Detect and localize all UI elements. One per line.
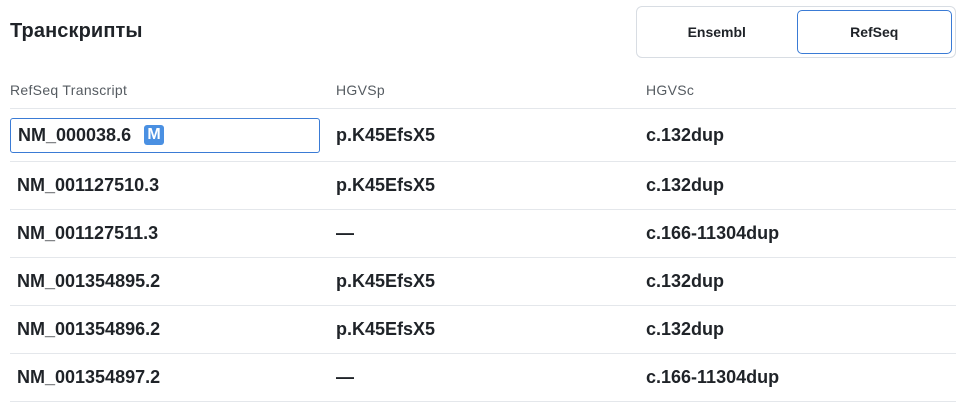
selected-transcript[interactable]: NM_000038.6 M [10, 117, 320, 153]
transcript-cell: NM_001127510.3 [10, 175, 336, 196]
table-row[interactable]: NM_001127510.3 p.K45EfsX5 c.132dup [10, 162, 956, 210]
hgvsc-cell: c.132dup [646, 175, 725, 195]
table-row[interactable]: NM_001354897.2 — c.166-11304dup [10, 354, 956, 402]
column-header-hgvsp: HGVSp [336, 82, 385, 98]
hgvsc-cell: c.132dup [646, 271, 725, 291]
hgvsp-cell: p.K45EfsX5 [336, 124, 436, 145]
transcript-cell: NM_001354896.2 [10, 319, 336, 340]
table-header: RefSeq Transcript HGVSp HGVSc [10, 72, 956, 109]
toggle-ensembl[interactable]: Ensembl [640, 10, 794, 54]
table-row[interactable]: NM_001127511.3 — c.166-11304dup [10, 210, 956, 258]
transcript-id: NM_001127510.3 [17, 175, 160, 195]
hgvsc-cell: c.166-11304dup [646, 223, 780, 243]
source-toggle: Ensembl RefSeq [636, 6, 956, 58]
transcript-id: NM_001127511.3 [17, 223, 159, 243]
hgvsp-cell: p.K45EfsX5 [336, 319, 436, 339]
hgvsp-cell: — [336, 367, 354, 387]
transcript-id: NM_001354896.2 [17, 319, 161, 339]
transcript-cell: NM_000038.6 M [10, 117, 336, 153]
transcripts-panel: Транскрипты Ensembl RefSeq RefSeq Transc… [0, 0, 965, 403]
table-row[interactable]: NM_001354895.2 p.K45EfsX5 c.132dup [10, 258, 956, 306]
transcript-cell: NM_001354895.2 [10, 271, 336, 292]
hgvsp-cell: p.K45EfsX5 [336, 175, 436, 195]
transcript-id: NM_001354897.2 [17, 367, 161, 387]
table-row[interactable]: NM_000038.6 M p.K45EfsX5 c.132dup [10, 109, 956, 162]
column-header-hgvsc: HGVSc [646, 82, 695, 98]
transcript-cell: NM_001127511.3 [10, 223, 336, 244]
transcript-id: NM_000038.6 [18, 124, 132, 145]
column-header-transcript: RefSeq Transcript [10, 82, 128, 98]
table-row[interactable]: NM_001354896.2 p.K45EfsX5 c.132dup [10, 306, 956, 354]
transcript-id: NM_001354895.2 [17, 271, 161, 291]
hgvsp-cell: p.K45EfsX5 [336, 271, 436, 291]
transcripts-table: RefSeq Transcript HGVSp HGVSc NM_000038.… [10, 72, 956, 402]
mane-badge: M [144, 125, 165, 145]
hgvsp-cell: — [336, 223, 354, 243]
page-title: Транскрипты [10, 20, 143, 42]
hgvsc-cell: c.166-11304dup [646, 367, 780, 387]
hgvsc-cell: c.132dup [646, 124, 725, 145]
transcript-cell: NM_001354897.2 [10, 367, 336, 388]
hgvsc-cell: c.132dup [646, 319, 725, 339]
toggle-refseq[interactable]: RefSeq [796, 10, 952, 54]
